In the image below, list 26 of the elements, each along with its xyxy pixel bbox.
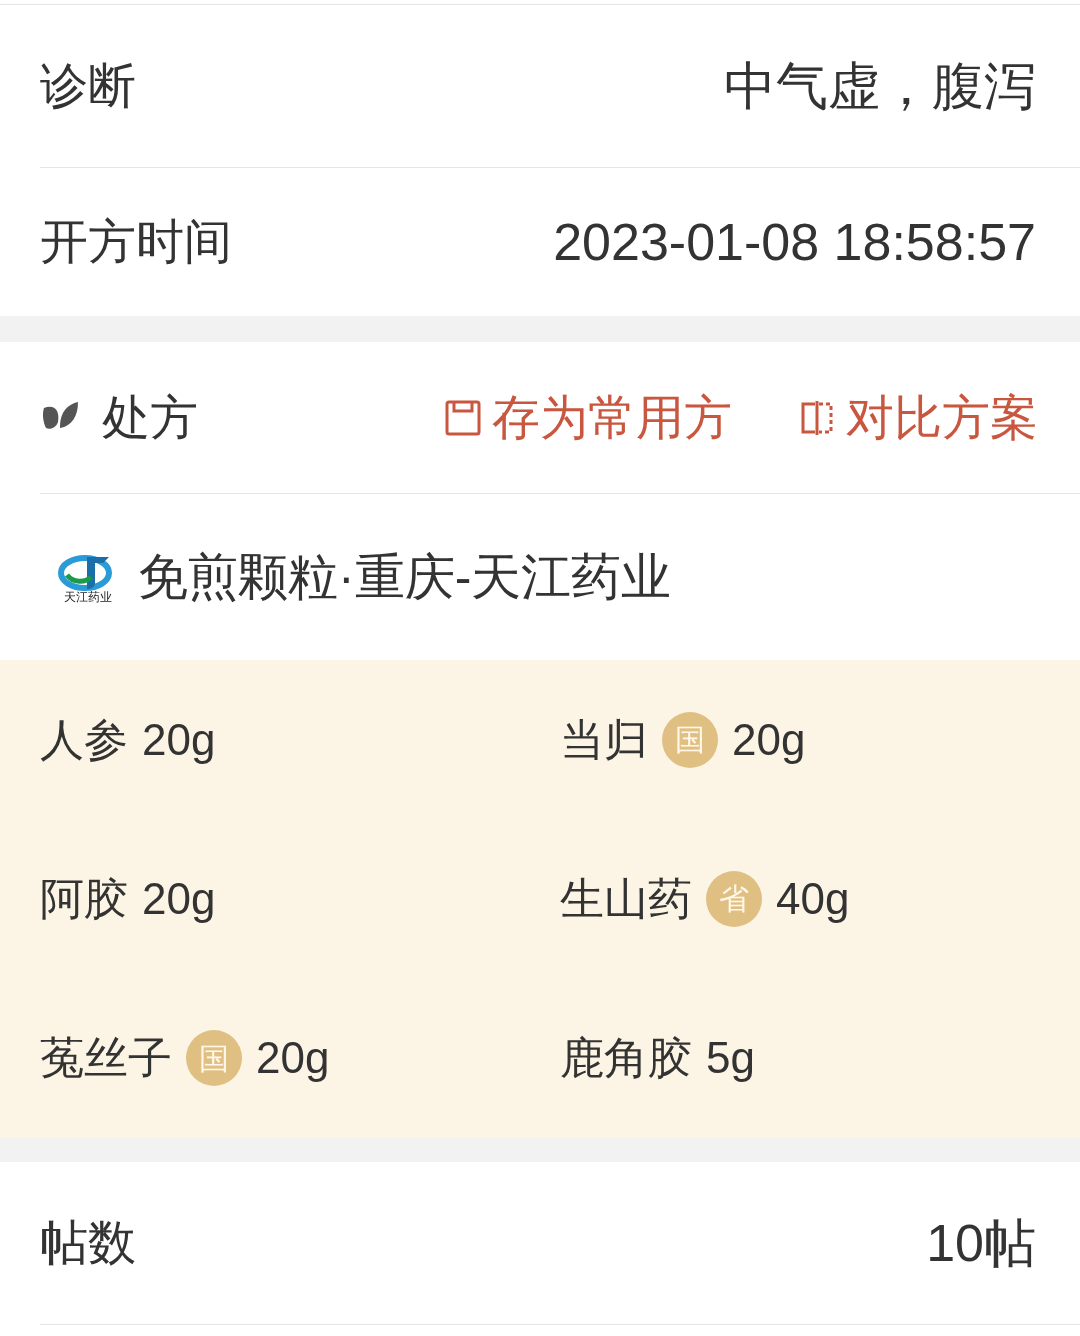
pharmacy-name: 免煎颗粒·重庆-天江药业 [138, 547, 672, 607]
herb-badge: 国 [186, 1030, 242, 1087]
herb-dose: 20g [732, 713, 806, 766]
herb-dose: 20g [142, 873, 216, 925]
field-value: 2023-01-08 18:58:57 [553, 212, 1036, 273]
field-value: 中气虚，腹泻 [724, 56, 1036, 117]
herb-dose: 40g [776, 873, 850, 925]
herb-name: 当归 [560, 713, 648, 766]
herb-name: 鹿角胶 [560, 1032, 692, 1085]
herb-dose: 20g [142, 713, 216, 766]
field-label: 诊断 [40, 58, 136, 114]
herb-dose: 20g [256, 1032, 330, 1085]
herb-name: 菟丝子 [40, 1032, 172, 1085]
herb-name: 人参 [40, 713, 128, 766]
field-label: 帖数 [40, 1215, 136, 1271]
herb-badge: 国 [662, 711, 718, 768]
herb-dose: 5g [706, 1032, 755, 1085]
section-title: 处方 [102, 389, 198, 446]
herb-badge: 省 [706, 871, 762, 927]
herb-name: 生山药 [560, 873, 692, 925]
save-template-button[interactable]: 存为常用方 [444, 381, 732, 454]
field-label: 开方时间 [40, 214, 232, 270]
field-value: 10帖 [926, 1213, 1036, 1274]
save-icon [444, 398, 482, 437]
herb-name: 阿胶 [40, 873, 128, 925]
compare-button[interactable]: 对比方案 [798, 381, 1038, 454]
